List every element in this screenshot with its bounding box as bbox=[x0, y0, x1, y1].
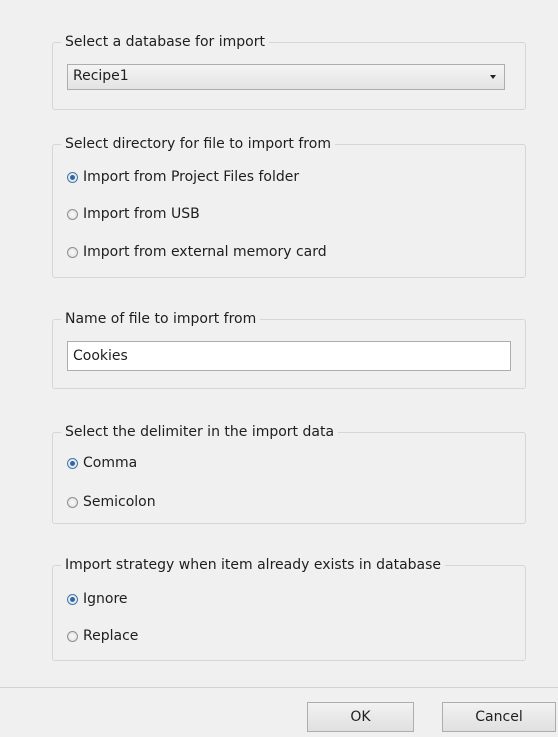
delimiter-group-legend: Select the delimiter in the import data bbox=[61, 422, 339, 442]
radio-replace[interactable]: Replace bbox=[67, 626, 138, 646]
directory-group-legend: Select directory for file to import from bbox=[61, 134, 335, 154]
radio-unchecked-icon bbox=[67, 246, 78, 258]
chevron-down-icon bbox=[490, 75, 496, 79]
database-dropdown[interactable]: Recipe1 bbox=[67, 64, 505, 90]
delimiter-group: Select the delimiter in the import data … bbox=[52, 422, 526, 524]
strategy-group-legend: Import strategy when item already exists… bbox=[61, 555, 446, 575]
radio-semicolon-label: Semicolon bbox=[83, 494, 156, 510]
radio-project-files-label: Import from Project Files folder bbox=[83, 169, 300, 185]
radio-unchecked-icon bbox=[67, 208, 78, 220]
footer-divider bbox=[0, 687, 558, 688]
ok-button[interactable]: OK bbox=[307, 702, 414, 732]
database-group: Select a database for import Recipe1 bbox=[52, 32, 526, 110]
strategy-group: Import strategy when item already exists… bbox=[52, 555, 526, 661]
radio-memory-card[interactable]: Import from external memory card bbox=[67, 242, 327, 262]
radio-ignore-label: Ignore bbox=[83, 591, 128, 607]
radio-comma[interactable]: Comma bbox=[67, 453, 137, 473]
filename-input[interactable] bbox=[67, 341, 511, 371]
radio-project-files[interactable]: Import from Project Files folder bbox=[67, 167, 299, 187]
database-group-legend: Select a database for import bbox=[61, 32, 269, 52]
radio-usb[interactable]: Import from USB bbox=[67, 204, 200, 224]
radio-unchecked-icon bbox=[67, 496, 78, 508]
radio-usb-label: Import from USB bbox=[83, 206, 200, 222]
database-dropdown-value: Recipe1 bbox=[73, 68, 129, 84]
radio-checked-icon bbox=[67, 593, 78, 605]
radio-comma-label: Comma bbox=[83, 455, 138, 471]
radio-replace-label: Replace bbox=[83, 628, 139, 644]
cancel-button[interactable]: Cancel bbox=[442, 702, 556, 732]
directory-group: Select directory for file to import from… bbox=[52, 134, 526, 278]
radio-memory-card-label: Import from external memory card bbox=[83, 244, 327, 260]
radio-unchecked-icon bbox=[67, 630, 78, 642]
radio-checked-icon bbox=[67, 457, 78, 469]
filename-group-legend: Name of file to import from bbox=[61, 309, 261, 329]
radio-semicolon[interactable]: Semicolon bbox=[67, 492, 156, 512]
filename-group: Name of file to import from bbox=[52, 309, 526, 389]
radio-checked-icon bbox=[67, 171, 78, 183]
radio-ignore[interactable]: Ignore bbox=[67, 589, 128, 609]
